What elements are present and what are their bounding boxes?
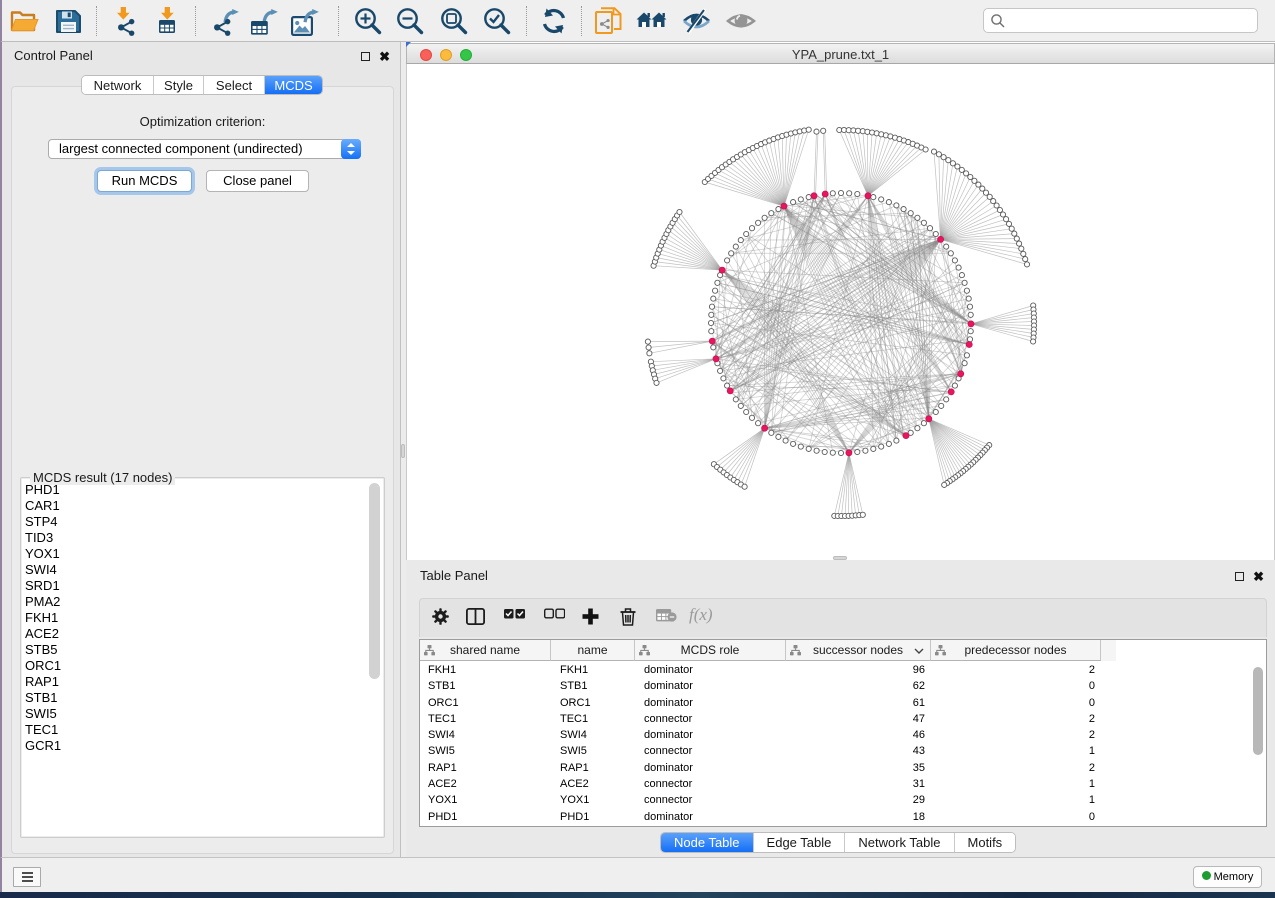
svg-text:f(x): f(x) bbox=[689, 605, 713, 624]
